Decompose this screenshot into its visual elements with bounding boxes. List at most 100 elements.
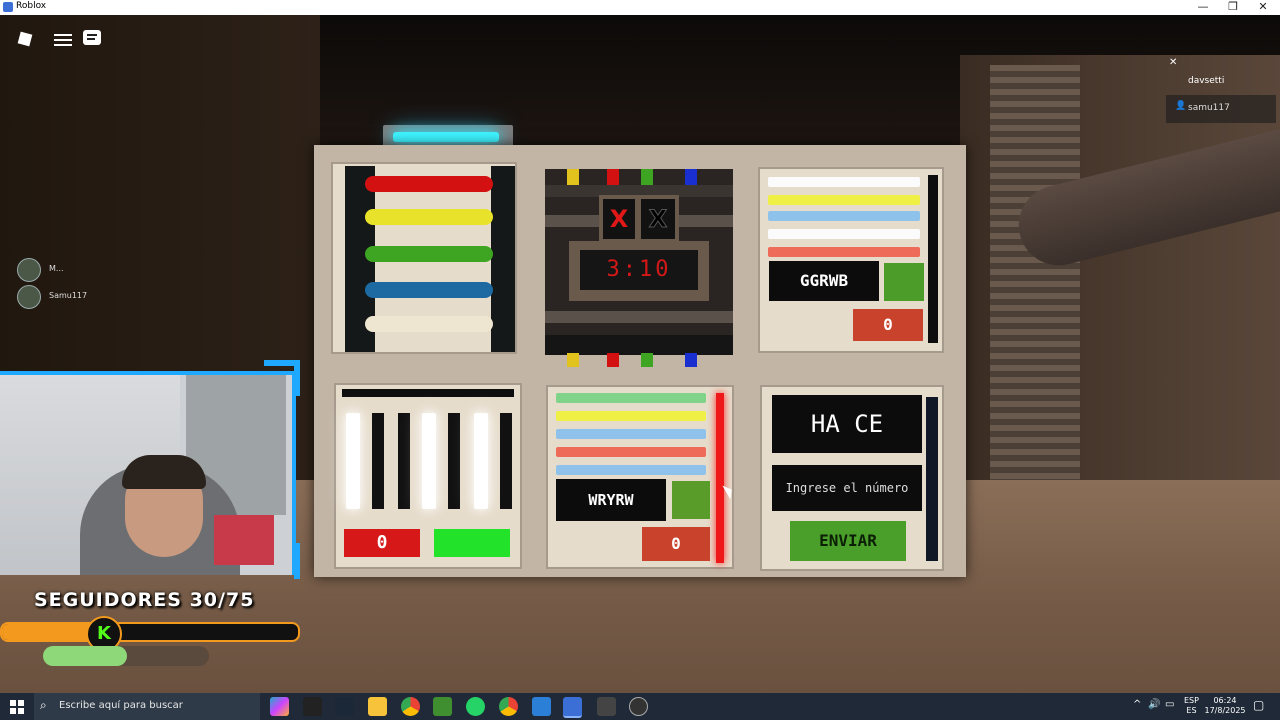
side-player-2[interactable]: Samu117 <box>17 285 87 309</box>
color-code-confirm[interactable] <box>884 263 924 301</box>
code-entry-rail <box>926 397 938 561</box>
chrome-profile-icon[interactable] <box>499 697 518 716</box>
puzzle-board: X X 3:10 GGRWB 0 0 WRYRW 0 HA CE Ingrese… <box>314 145 966 577</box>
obs-icon[interactable] <box>629 697 648 716</box>
restore-button[interactable]: ❐ <box>1218 0 1248 15</box>
color-code-display: GGRWB <box>769 261 879 301</box>
windows-taskbar: ⌕ Escribe aquí para buscar ^ 🔊 ▭ ESP ES … <box>0 693 1280 720</box>
secondary-progress-fill <box>43 646 127 666</box>
player-row-samu117[interactable]: 👤 samu117 <box>1166 95 1276 123</box>
volume-icon[interactable]: 🔊 <box>1148 699 1160 710</box>
roblox-logo-button[interactable] <box>16 30 34 48</box>
window-titlebar: Roblox — ❐ ✕ <box>0 0 1280 15</box>
color-code-counter[interactable]: 0 <box>853 309 923 341</box>
search-icon: ⌕ <box>40 698 47 712</box>
lang-code: ESP <box>1184 696 1199 705</box>
light-bulb-4[interactable] <box>422 413 436 509</box>
seq-bar-blue <box>556 465 706 475</box>
light-slot-7[interactable] <box>500 413 512 509</box>
seq-bar-yellow <box>556 411 706 421</box>
code-entry-display: HA CE <box>772 395 922 453</box>
app-icon[interactable] <box>532 697 551 716</box>
clock[interactable]: 06:24 17/8/2025 <box>1204 696 1246 716</box>
strike-indicator-1: X <box>603 199 635 239</box>
webcam-corner <box>294 543 300 579</box>
light-slot-2[interactable] <box>372 413 384 509</box>
players-panel-close[interactable]: ✕ <box>1169 57 1177 68</box>
whatsapp-icon[interactable] <box>466 697 485 716</box>
webcam-hair <box>122 455 206 489</box>
wire-terminal-right <box>491 166 515 352</box>
taskbar-search[interactable]: ⌕ Escribe aquí para buscar <box>34 693 260 720</box>
bomb-post-red <box>607 169 619 185</box>
sequence-code-display: WRYRW <box>556 479 666 521</box>
wires-module[interactable] <box>331 162 517 354</box>
wire-white[interactable] <box>365 316 493 332</box>
network-icon[interactable]: ▭ <box>1165 699 1174 710</box>
file-explorer-icon[interactable] <box>368 697 387 716</box>
avatar <box>17 285 41 309</box>
copilot-icon[interactable] <box>270 697 289 716</box>
color-bar-red <box>768 247 920 257</box>
wire-red[interactable] <box>365 176 493 192</box>
lights-counter[interactable]: 0 <box>344 529 420 557</box>
search-placeholder: Escribe aquí para buscar <box>59 700 183 711</box>
sequence-laser <box>716 393 724 563</box>
player-name: samu117 <box>1188 103 1230 113</box>
seq-bar-blue <box>556 429 706 439</box>
lights-rail <box>342 389 514 397</box>
lang-region: ES <box>1186 706 1197 715</box>
roblox-app-icon <box>3 2 13 12</box>
wire-blue[interactable] <box>365 282 493 298</box>
sequence-confirm[interactable] <box>672 481 710 519</box>
color-bar-yellow <box>768 195 920 205</box>
notifications-icon[interactable]: ▢ <box>1253 698 1264 712</box>
sequence-counter[interactable]: 0 <box>642 527 710 561</box>
bomb-post-green-bottom <box>641 353 653 367</box>
steam-icon[interactable] <box>335 697 354 716</box>
lights-module: 0 <box>334 383 522 569</box>
webcam-corner <box>294 360 300 396</box>
language-indicator[interactable]: ESP ES <box>1184 696 1199 716</box>
lights-confirm-button[interactable] <box>434 529 510 557</box>
window-title: Roblox <box>16 1 47 11</box>
clock-time: 06:24 <box>1213 696 1237 705</box>
light-bulb-1[interactable] <box>346 413 360 509</box>
color-bar-blue <box>768 211 920 221</box>
roblox-taskbar-icon[interactable] <box>563 697 582 718</box>
bomb-post-yellow-bottom <box>567 353 579 367</box>
light-bulb-6[interactable] <box>474 413 488 509</box>
menu-icon[interactable] <box>54 31 72 47</box>
secondary-progress <box>43 646 209 666</box>
mouse-cursor <box>722 482 736 500</box>
webcam-frame <box>0 371 296 575</box>
lamp-light <box>393 132 499 142</box>
players-icon: 👤 <box>1175 101 1187 111</box>
player-label-davsetti[interactable]: davsetti <box>1188 76 1224 86</box>
minimize-button[interactable]: — <box>1188 0 1218 15</box>
windows-start-icon[interactable] <box>10 700 24 714</box>
wire-green[interactable] <box>365 246 493 262</box>
epic-games-icon[interactable] <box>303 697 322 716</box>
number-input[interactable]: Ingrese el número <box>772 465 922 511</box>
sequence-module: WRYRW 0 <box>546 385 736 569</box>
strike-indicator-2: X <box>641 199 675 239</box>
chevron-up-icon[interactable]: ^ <box>1133 699 1141 710</box>
color-bar-white <box>768 177 920 187</box>
wire-yellow[interactable] <box>365 209 493 225</box>
calculator-icon[interactable] <box>597 697 616 716</box>
followers-progress <box>0 622 300 642</box>
close-button[interactable]: ✕ <box>1248 0 1278 15</box>
side-player-1[interactable]: M... <box>17 258 64 282</box>
bomb-timer: 3:10 <box>580 250 698 290</box>
chat-icon[interactable] <box>83 30 101 45</box>
bomb-post-green <box>641 169 653 185</box>
minecraft-icon[interactable] <box>433 697 452 716</box>
light-slot-5[interactable] <box>448 413 460 509</box>
enviar-button[interactable]: ENVIAR <box>790 521 906 561</box>
webcam-background-object <box>214 515 274 565</box>
game-viewport[interactable]: ✕ davsetti 👤 samu117 M... Samu117 X X 3:… <box>0 15 1280 693</box>
code-entry-module: HA CE Ingrese el número ENVIAR <box>760 385 944 571</box>
chrome-icon[interactable] <box>401 697 420 716</box>
light-slot-3[interactable] <box>398 413 410 509</box>
